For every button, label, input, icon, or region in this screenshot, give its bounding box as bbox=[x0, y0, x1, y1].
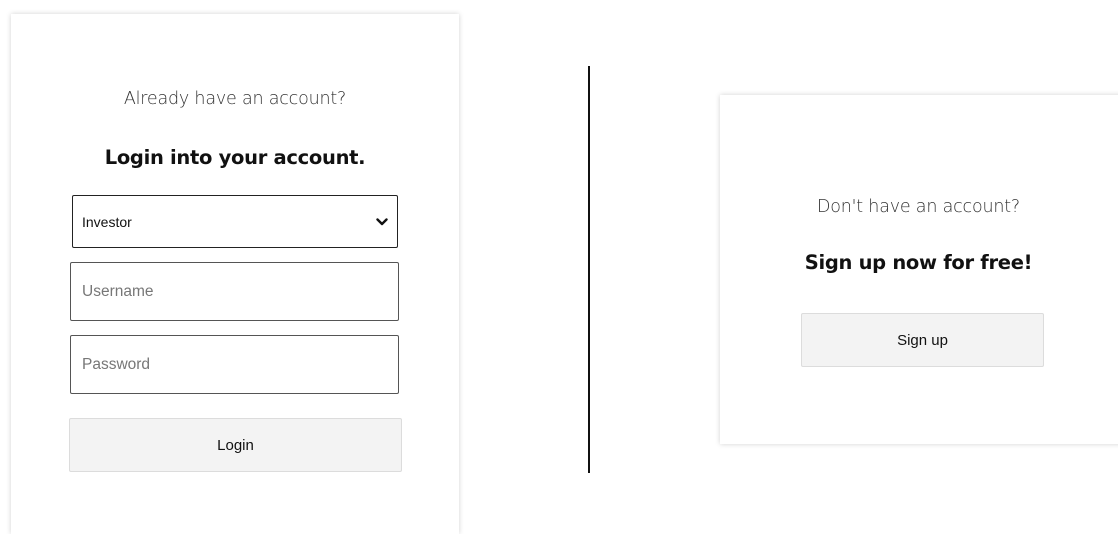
signup-card: Don't have an account? Sign up now for f… bbox=[720, 95, 1118, 444]
signup-button[interactable]: Sign up bbox=[801, 313, 1044, 367]
account-type-select[interactable]: Investor bbox=[72, 195, 398, 248]
login-subtitle: Already have an account? bbox=[123, 89, 347, 109]
account-type-selected-value: Investor bbox=[82, 213, 132, 230]
signup-subtitle: Don't have an account? bbox=[817, 197, 1020, 217]
login-card: Already have an account? Login into your… bbox=[11, 14, 459, 534]
divider bbox=[588, 66, 590, 473]
password-input[interactable] bbox=[70, 335, 399, 394]
login-button[interactable]: Login bbox=[69, 418, 402, 472]
signup-heading: Sign up now for free! bbox=[804, 251, 1033, 274]
username-input[interactable] bbox=[70, 262, 399, 321]
login-heading: Login into your account. bbox=[104, 146, 366, 169]
chevron-down-icon bbox=[375, 215, 389, 229]
